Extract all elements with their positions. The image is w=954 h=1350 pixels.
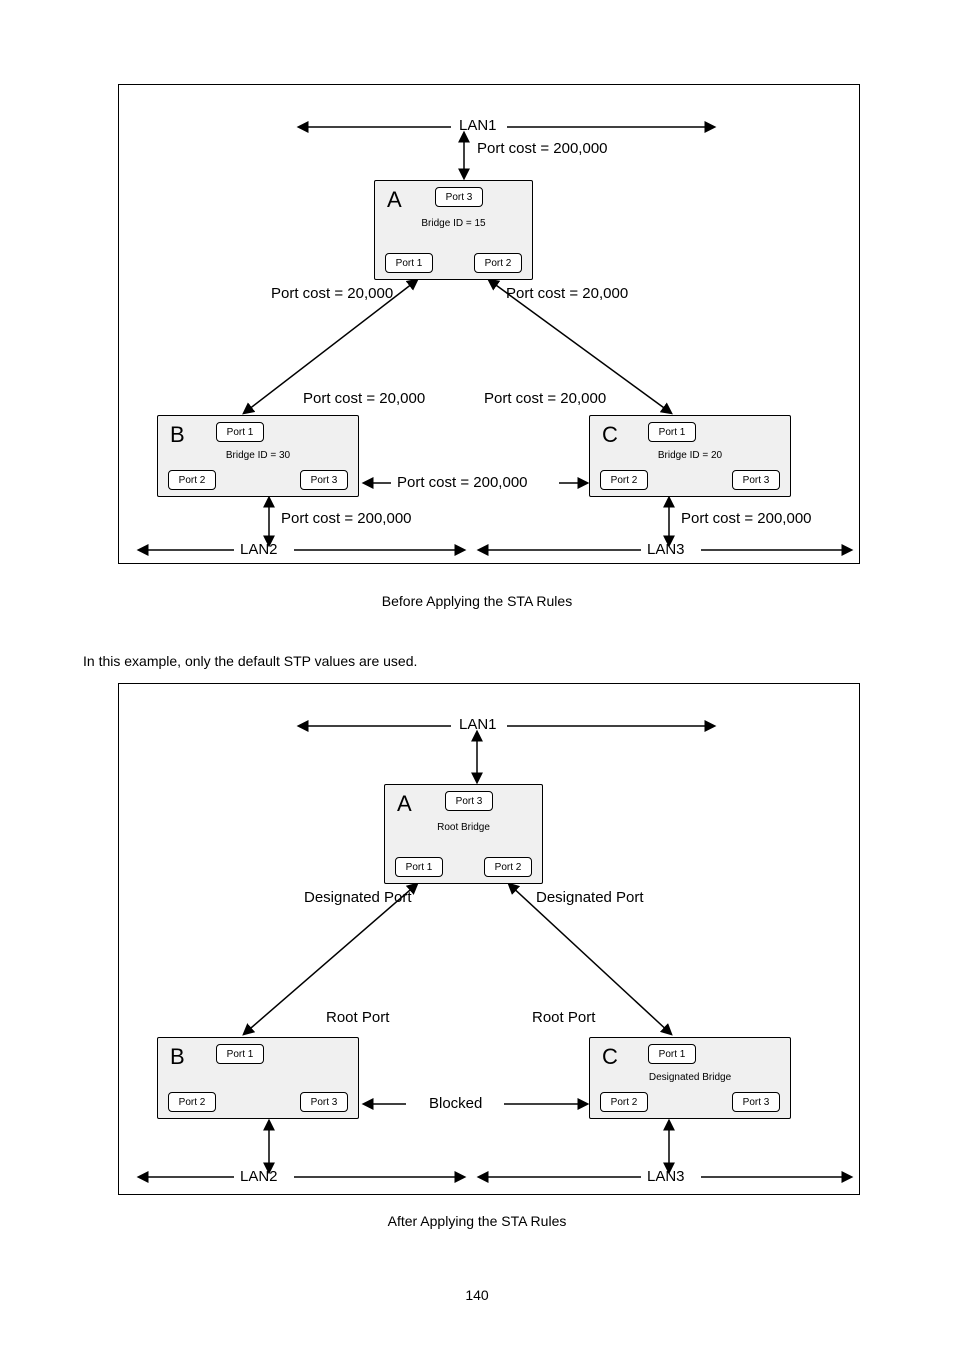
node-b-port3: Port 3 bbox=[300, 470, 348, 490]
node-a-letter: A bbox=[387, 187, 402, 213]
node-b-port1: Port 1 bbox=[216, 422, 264, 442]
node-c-sub: Bridge ID = 20 bbox=[590, 450, 790, 461]
node-b-port2: Port 2 bbox=[168, 470, 216, 490]
cost-b-c: Port cost = 200,000 bbox=[397, 474, 528, 491]
node-b2-port3: Port 3 bbox=[300, 1092, 348, 1112]
lan2-label: LAN2 bbox=[240, 541, 278, 558]
node-c-letter: C bbox=[602, 422, 618, 448]
figure1-caption: Before Applying the STA Rules bbox=[0, 593, 954, 609]
node-b2-port2: Port 2 bbox=[168, 1092, 216, 1112]
node-a-port1: Port 1 bbox=[385, 253, 433, 273]
node-c2-port1: Port 1 bbox=[648, 1044, 696, 1064]
cost-a-p3: Port cost = 200,000 bbox=[477, 140, 608, 157]
node-a-sub: Bridge ID = 15 bbox=[375, 218, 532, 229]
node-a2-port2: Port 2 bbox=[484, 857, 532, 877]
lan1-label: LAN1 bbox=[459, 117, 497, 134]
lan3-label-2: LAN3 bbox=[647, 1168, 685, 1185]
cost-b-lan2: Port cost = 200,000 bbox=[281, 510, 412, 527]
node-a2-port3: Port 3 bbox=[445, 791, 493, 811]
node-c2-sub: Designated Bridge bbox=[590, 1072, 790, 1083]
cost-a-p2: Port cost = 20,000 bbox=[506, 285, 628, 302]
node-a2-letter: A bbox=[397, 791, 412, 817]
blocked-label: Blocked bbox=[429, 1095, 482, 1112]
lan2-label-2: LAN2 bbox=[240, 1168, 278, 1185]
node-a2-port1: Port 1 bbox=[395, 857, 443, 877]
node-c-port3: Port 3 bbox=[732, 470, 780, 490]
node-b-sub: Bridge ID = 30 bbox=[158, 450, 358, 461]
desig-port-left: Designated Port bbox=[304, 889, 412, 906]
cost-c-p1: Port cost = 20,000 bbox=[484, 390, 606, 407]
lan1-label-2: LAN1 bbox=[459, 716, 497, 733]
root-port-left: Root Port bbox=[326, 1009, 389, 1026]
node-c-2: C Port 1 Designated Bridge Port 2 Port 3 bbox=[589, 1037, 791, 1119]
page: LAN1 LAN2 LAN3 Port cost = 200,000 Port … bbox=[0, 0, 954, 1350]
node-b2-port1: Port 1 bbox=[216, 1044, 264, 1064]
cost-b-p1: Port cost = 20,000 bbox=[303, 390, 425, 407]
node-a-port2: Port 2 bbox=[474, 253, 522, 273]
cost-a-p1: Port cost = 20,000 bbox=[271, 285, 393, 302]
node-c-port1: Port 1 bbox=[648, 422, 696, 442]
paragraph-default-stp: In this example, only the default STP va… bbox=[83, 653, 417, 669]
lan3-label: LAN3 bbox=[647, 541, 685, 558]
node-a-2: A Port 3 Root Bridge Port 1 Port 2 bbox=[384, 784, 543, 884]
cost-c-lan3: Port cost = 200,000 bbox=[681, 510, 812, 527]
node-b2-letter: B bbox=[170, 1044, 185, 1070]
node-c2-port2: Port 2 bbox=[600, 1092, 648, 1112]
node-a: A Port 3 Bridge ID = 15 Port 1 Port 2 bbox=[374, 180, 533, 280]
figure2-caption: After Applying the STA Rules bbox=[0, 1213, 954, 1229]
node-a2-sub: Root Bridge bbox=[385, 822, 542, 833]
node-c2-port3: Port 3 bbox=[732, 1092, 780, 1112]
node-c2-letter: C bbox=[602, 1044, 618, 1070]
root-port-right: Root Port bbox=[532, 1009, 595, 1026]
figure-before-sta: LAN1 LAN2 LAN3 Port cost = 200,000 Port … bbox=[118, 84, 860, 564]
page-number: 140 bbox=[0, 1287, 954, 1303]
desig-port-right: Designated Port bbox=[536, 889, 644, 906]
node-b-letter: B bbox=[170, 422, 185, 448]
node-c-port2: Port 2 bbox=[600, 470, 648, 490]
node-c: C Port 1 Bridge ID = 20 Port 2 Port 3 bbox=[589, 415, 791, 497]
node-b: B Port 1 Bridge ID = 30 Port 2 Port 3 bbox=[157, 415, 359, 497]
node-a-port3: Port 3 bbox=[435, 187, 483, 207]
figure-after-sta: LAN1 LAN2 LAN3 Designated Port Designate… bbox=[118, 683, 860, 1195]
node-b-2: B Port 1 Port 2 Port 3 bbox=[157, 1037, 359, 1119]
